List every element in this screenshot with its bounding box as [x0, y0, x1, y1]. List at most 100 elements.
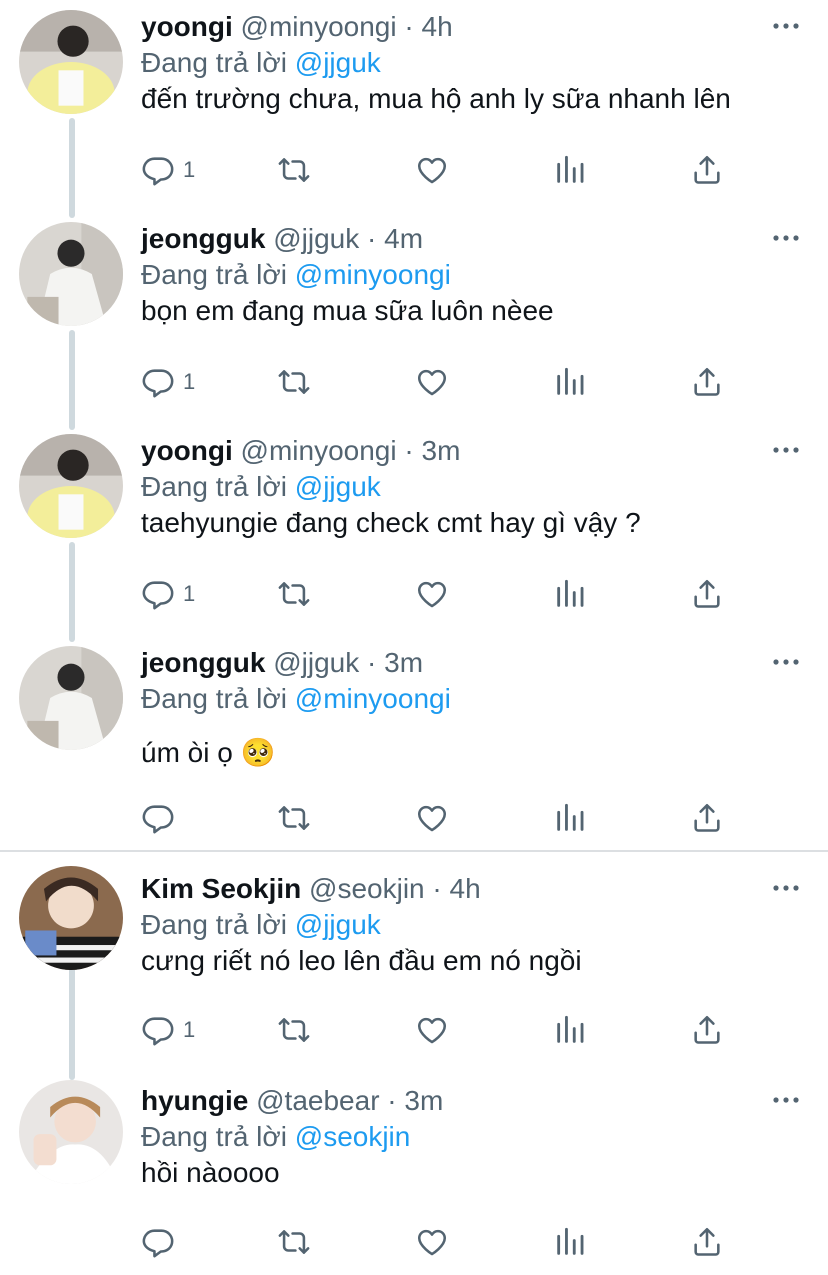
display-name[interactable]: jeongguk — [141, 223, 265, 254]
retweet-button[interactable] — [277, 798, 311, 838]
display-name[interactable]: hyungie — [141, 1085, 248, 1116]
tweet-header: Kim Seokjin @seokjin · 4h — [141, 872, 481, 906]
retweet-icon — [277, 801, 311, 835]
like-icon — [415, 577, 449, 611]
timestamp[interactable]: 3m — [384, 647, 423, 678]
timestamp[interactable]: 3m — [422, 435, 461, 466]
like-button[interactable] — [415, 574, 449, 614]
display-name[interactable]: Kim Seokjin — [141, 873, 301, 904]
tweet[interactable]: hyungie @taebear · 3m Đang trả lời @seok… — [0, 1074, 828, 1275]
reply-icon — [141, 153, 175, 187]
username[interactable]: @taebear — [256, 1085, 379, 1116]
views-button[interactable] — [553, 1010, 587, 1050]
separator: · — [404, 435, 414, 466]
like-button[interactable] — [415, 362, 449, 402]
display-name[interactable]: yoongi — [141, 435, 233, 466]
reply-icon — [141, 365, 175, 399]
mention-link[interactable]: @seokjin — [295, 1121, 411, 1152]
tweet-text: hồi nàoooo — [141, 1157, 280, 1188]
tweet[interactable]: yoongi @minyoongi · 4h Đang trả lời @jjg… — [0, 0, 828, 212]
avatar[interactable] — [19, 646, 123, 750]
views-button[interactable] — [553, 362, 587, 402]
avatar[interactable] — [19, 1080, 123, 1184]
tweet[interactable]: jeongguk @jjguk · 4m Đang trả lời @minyo… — [0, 212, 828, 424]
more-icon[interactable] — [772, 16, 800, 36]
tweet-text: bọn em đang mua sữa luôn nèee — [141, 295, 554, 326]
username[interactable]: @seokjin — [309, 873, 425, 904]
username[interactable]: @minyoongi — [241, 11, 397, 42]
mention-link[interactable]: @jjguk — [295, 47, 381, 78]
timestamp[interactable]: 3m — [404, 1085, 443, 1116]
views-button[interactable] — [553, 574, 587, 614]
views-icon — [553, 577, 587, 611]
share-button[interactable] — [690, 1010, 724, 1050]
replying-to: Đang trả lời @jjguk — [141, 470, 381, 504]
share-button[interactable] — [690, 798, 724, 838]
views-icon — [553, 365, 587, 399]
tweet-text: úm òi ọ 🥺 — [141, 737, 276, 768]
mention-link[interactable]: @jjguk — [295, 471, 381, 502]
reply-button[interactable]: 1 — [141, 574, 195, 614]
reply-button[interactable]: 1 — [141, 150, 195, 190]
share-button[interactable] — [690, 574, 724, 614]
reply-button[interactable]: 1 — [141, 362, 195, 402]
retweet-button[interactable] — [277, 1222, 311, 1262]
username[interactable]: @jjguk — [273, 223, 359, 254]
reply-button[interactable] — [141, 1222, 183, 1262]
mention-link[interactable]: @jjguk — [295, 909, 381, 940]
share-icon — [690, 1225, 724, 1259]
more-icon[interactable] — [772, 652, 800, 672]
views-button[interactable] — [553, 1222, 587, 1262]
action-bar — [141, 798, 741, 838]
avatar[interactable] — [19, 222, 123, 326]
reply-count: 1 — [183, 581, 196, 606]
like-button[interactable] — [415, 1010, 449, 1050]
retweet-icon — [277, 153, 311, 187]
views-icon — [553, 1225, 587, 1259]
replying-to: Đang trả lời @jjguk — [141, 46, 381, 80]
more-icon[interactable] — [772, 1090, 800, 1110]
views-button[interactable] — [553, 798, 587, 838]
mention-link[interactable]: @minyoongi — [295, 259, 451, 290]
tweet[interactable]: Kim Seokjin @seokjin · 4h Đang trả lời @… — [0, 862, 828, 1074]
like-icon — [415, 1013, 449, 1047]
share-button[interactable] — [690, 1222, 724, 1262]
views-icon — [553, 801, 587, 835]
more-icon[interactable] — [772, 440, 800, 460]
username[interactable]: @minyoongi — [241, 435, 397, 466]
mention-link[interactable]: @minyoongi — [295, 683, 451, 714]
retweet-button[interactable] — [277, 362, 311, 402]
timestamp[interactable]: 4m — [384, 223, 423, 254]
avatar[interactable] — [19, 866, 123, 970]
tweet[interactable]: jeongguk @jjguk · 3m Đang trả lời @minyo… — [0, 636, 828, 850]
display-name[interactable]: jeongguk — [141, 647, 265, 678]
tweet-header: yoongi @minyoongi · 3m — [141, 434, 460, 468]
timestamp[interactable]: 4h — [450, 873, 481, 904]
like-button[interactable] — [415, 150, 449, 190]
like-button[interactable] — [415, 1222, 449, 1262]
retweet-icon — [277, 1225, 311, 1259]
share-button[interactable] — [690, 362, 724, 402]
views-button[interactable] — [553, 150, 587, 190]
like-button[interactable] — [415, 798, 449, 838]
more-icon[interactable] — [772, 228, 800, 248]
tweet[interactable]: yoongi @minyoongi · 3m Đang trả lời @jjg… — [0, 424, 828, 636]
display-name[interactable]: yoongi — [141, 11, 233, 42]
reply-icon — [141, 801, 175, 835]
retweet-icon — [277, 1013, 311, 1047]
tweet-text: đến trường chưa, mua hộ anh ly sữa nhanh… — [141, 83, 731, 114]
more-icon[interactable] — [772, 878, 800, 898]
retweet-button[interactable] — [277, 574, 311, 614]
username[interactable]: @jjguk — [273, 647, 359, 678]
avatar[interactable] — [19, 434, 123, 538]
reply-button[interactable]: 1 — [141, 1010, 195, 1050]
share-button[interactable] — [690, 150, 724, 190]
like-icon — [415, 1225, 449, 1259]
reply-icon — [141, 577, 175, 611]
retweet-button[interactable] — [277, 150, 311, 190]
avatar[interactable] — [19, 10, 123, 114]
retweet-button[interactable] — [277, 1010, 311, 1050]
replying-to-label: Đang trả lời — [141, 471, 287, 502]
timestamp[interactable]: 4h — [422, 11, 453, 42]
reply-button[interactable] — [141, 798, 183, 838]
